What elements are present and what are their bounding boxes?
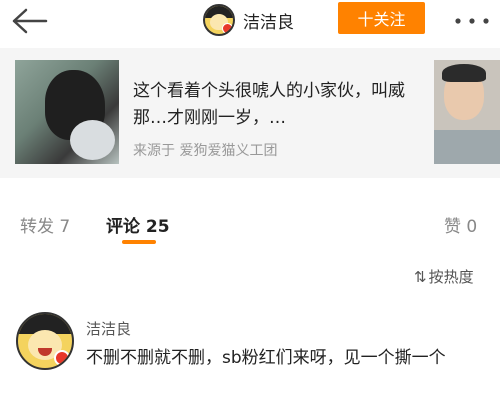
sort-label: 按热度	[428, 268, 474, 286]
tab-like-count: 0	[466, 217, 478, 237]
top-bar: 洁洁良 十关注	[0, 0, 500, 48]
comment-author[interactable]: 洁洁良	[86, 318, 131, 339]
tab-repost[interactable]: 转发 7	[20, 212, 70, 237]
person-shirt	[434, 130, 500, 164]
verified-badge-icon	[222, 23, 233, 34]
back-arrow-icon[interactable]	[10, 6, 50, 36]
shared-post-thumbnail	[15, 60, 119, 164]
comment-avatar[interactable]	[16, 312, 74, 370]
shared-post-source: 来源于 爱狗爱猫义工团	[133, 143, 278, 159]
tab-repost-count: 7	[59, 217, 71, 237]
sort-icon: ⇅	[414, 267, 427, 286]
tab-comment-label: 评论	[106, 217, 140, 237]
shared-content-strip: 这个看着个头很唬人的小家伙，叫威那…才刚刚一岁，… 来源于 爱狗爱猫义工团	[0, 48, 500, 178]
tab-repost-label: 转发	[20, 217, 54, 237]
person-hair	[442, 64, 486, 82]
tab-comment[interactable]: 评论 25	[106, 212, 170, 237]
active-tab-indicator	[122, 240, 156, 244]
author-name[interactable]: 洁洁良	[243, 8, 294, 33]
next-card-thumbnail[interactable]	[434, 60, 500, 164]
cat-fur-shape	[70, 120, 115, 160]
sort-by-hot-button[interactable]: ⇅ 按热度	[414, 266, 474, 287]
interaction-tabs: 转发 7 评论 25 赞 0	[0, 178, 500, 250]
tab-comment-count: 25	[145, 217, 170, 237]
avatar[interactable]	[203, 4, 235, 36]
follow-button[interactable]: 十关注	[338, 2, 425, 34]
more-options-icon[interactable]	[452, 12, 492, 24]
tab-like-label: 赞	[444, 217, 461, 237]
comment-text: 不删不删就不删，sb粉红们来呀，见一个撕一个	[86, 348, 446, 368]
shared-post-text: 这个看着个头很唬人的小家伙，叫威那…才刚刚一岁，…	[133, 81, 405, 128]
comment-item: 洁洁良 不删不删就不删，sb粉红们来呀，见一个撕一个	[0, 308, 500, 414]
author-info[interactable]: 洁洁良	[203, 2, 294, 38]
tab-like[interactable]: 赞 0	[444, 212, 477, 237]
shared-post-card[interactable]: 这个看着个头很唬人的小家伙，叫威那…才刚刚一岁，… 来源于 爱狗爱猫义工团	[15, 60, 423, 164]
verified-badge-icon	[54, 350, 70, 366]
